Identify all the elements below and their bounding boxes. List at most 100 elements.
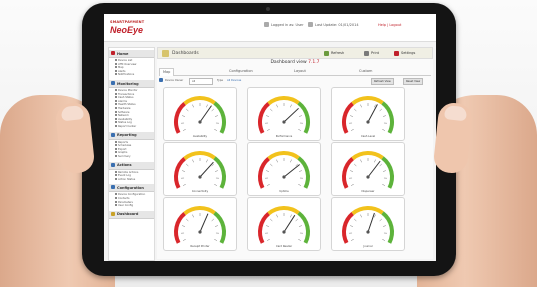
breadcrumb: Dashboards Refresh Print Settings — [157, 47, 433, 59]
gauge-label: Journal — [363, 245, 373, 248]
gauge-label: Cash Level — [360, 135, 376, 138]
refresh-button[interactable]: Refresh — [331, 51, 344, 55]
gauge-tick — [269, 163, 273, 167]
settings-button[interactable]: Settings — [401, 51, 415, 55]
gauge-band-1 — [351, 206, 384, 216]
sidebar-item[interactable]: Device List — [115, 59, 132, 62]
gauge-widget[interactable]: Dispenser — [331, 142, 405, 196]
sidebar-item[interactable]: Status Log — [115, 121, 132, 124]
gauge-label: Receipt Printer — [190, 245, 210, 248]
topbar-help-logout[interactable]: Help | Logout — [378, 23, 401, 27]
photo-scene: SMARTPAYMENT NeoEye Logged in as: User L… — [0, 0, 537, 287]
gauge-band-1 — [351, 151, 384, 161]
gauge-band-0 — [258, 212, 271, 244]
gauge-tick — [298, 115, 302, 117]
gauge-widget[interactable]: Uptime — [247, 142, 321, 196]
sidebar-item[interactable]: Schedules — [115, 144, 131, 147]
user-icon — [264, 22, 269, 27]
sidebar-section-5[interactable]: Dashboard — [109, 210, 154, 219]
clock-icon — [308, 22, 313, 27]
gauge-tick — [192, 214, 194, 218]
tab-map[interactable]: Map — [159, 68, 175, 76]
gauge-label: Dispenser — [361, 190, 375, 193]
gauge-needle — [367, 104, 378, 123]
gauge-widget[interactable]: Journal — [331, 197, 405, 251]
tablet-screen: SMARTPAYMENT NeoEye Logged in as: User L… — [104, 14, 436, 261]
breadcrumb-title: Dashboards — [172, 51, 199, 56]
gauge-hub — [366, 175, 370, 179]
refresh-view-button[interactable]: Refresh View — [371, 78, 394, 85]
gauge-band-1 — [351, 96, 384, 106]
gauge-widget[interactable]: Connectivity — [163, 142, 237, 196]
sidebar-item[interactable]: User Config — [115, 204, 133, 207]
print-button[interactable]: Print — [371, 51, 379, 55]
gauge-tick — [185, 163, 189, 167]
tab-layout[interactable]: Layout — [294, 68, 306, 75]
dashboard-title-text: Dashboard view — [270, 60, 307, 65]
gauge-tick — [214, 225, 218, 227]
sidebar-section-2[interactable]: Reporting — [109, 131, 154, 140]
filter-icon — [159, 78, 163, 82]
sidebar-item[interactable]: Contacts — [115, 197, 129, 200]
dashboard-version: 7.1.7 — [308, 60, 320, 65]
gauge-needle — [199, 213, 209, 233]
sidebar-item[interactable]: Report Center — [115, 125, 136, 128]
gauge-band-2 — [381, 101, 394, 134]
right-thumbnail — [443, 105, 468, 122]
gauge-band-0 — [342, 102, 355, 134]
gauge-widget[interactable]: Card Reader — [247, 197, 321, 251]
sidebar-item[interactable]: Notifications — [115, 73, 134, 76]
sidebar: Home Device List ATM Overview Map Alerts Noti… — [108, 47, 155, 261]
sidebar-item[interactable]: Device Monitor — [115, 89, 138, 92]
gauge-tick — [374, 159, 376, 163]
sidebar-item[interactable]: Action Status — [115, 178, 135, 181]
owner-select[interactable]: All — [189, 78, 213, 85]
sidebar-item[interactable]: Cash Status — [115, 96, 134, 99]
sidebar-section-3[interactable]: Actions — [109, 161, 154, 170]
sidebar-section-title: Dashboard — [117, 212, 139, 217]
gauge-hub — [282, 120, 286, 124]
sidebar-section-0[interactable]: Home — [109, 50, 154, 58]
gauge-tick — [182, 170, 186, 172]
gauge-tick — [269, 108, 273, 112]
gauge-band-2 — [213, 101, 226, 134]
gauge-tick — [276, 159, 278, 163]
sidebar-section-1[interactable]: Monitoring — [109, 80, 154, 88]
gauge-tick — [350, 225, 354, 227]
gauge-band-2 — [213, 211, 226, 244]
gauge-widget[interactable]: Performance — [247, 87, 321, 141]
sidebar-item[interactable]: Health Status — [115, 103, 136, 106]
sidebar-item[interactable]: Graphs — [115, 151, 127, 154]
gauge-tick — [290, 214, 292, 218]
gauge-band-2 — [297, 156, 310, 189]
type-label: Type — [217, 79, 223, 82]
gauge-tick — [211, 108, 215, 112]
gauge-tick — [379, 108, 383, 112]
gauge-tick — [185, 108, 189, 112]
gauge-tick — [382, 129, 386, 131]
sidebar-section-4[interactable]: Configuration — [109, 184, 154, 193]
sidebar-item[interactable]: Hardware — [115, 107, 131, 110]
sidebar-item[interactable]: Map — [115, 66, 123, 69]
gauge-widget[interactable]: Availability — [163, 87, 237, 141]
gauge-dial — [258, 96, 310, 134]
tab-custom[interactable]: Custom — [359, 68, 372, 75]
sidebar-item[interactable]: Device Configuration — [115, 193, 145, 196]
sidebar-item[interactable]: Event Log — [115, 174, 131, 177]
reset-view-button[interactable]: Reset View — [403, 78, 424, 85]
gauge-label: Performance — [275, 135, 293, 138]
type-select[interactable]: All Devices — [227, 79, 241, 82]
gauge-label: Uptime — [279, 190, 289, 193]
gauge-tick — [266, 115, 270, 117]
gauge-tick — [379, 218, 383, 222]
gauge-widget[interactable]: Cash Level — [331, 87, 405, 141]
gauge-hub — [198, 120, 202, 124]
sidebar-item[interactable]: Summary — [115, 155, 131, 158]
dashboard-icon — [111, 211, 115, 216]
gauge-tick — [382, 184, 386, 186]
sidebar-item[interactable]: Network — [115, 114, 129, 117]
gauge-band-0 — [174, 212, 187, 244]
tab-configuration[interactable]: Configuration — [229, 68, 253, 75]
gauge-widget[interactable]: Receipt Printer — [163, 197, 237, 251]
gauge-tick — [350, 129, 354, 131]
